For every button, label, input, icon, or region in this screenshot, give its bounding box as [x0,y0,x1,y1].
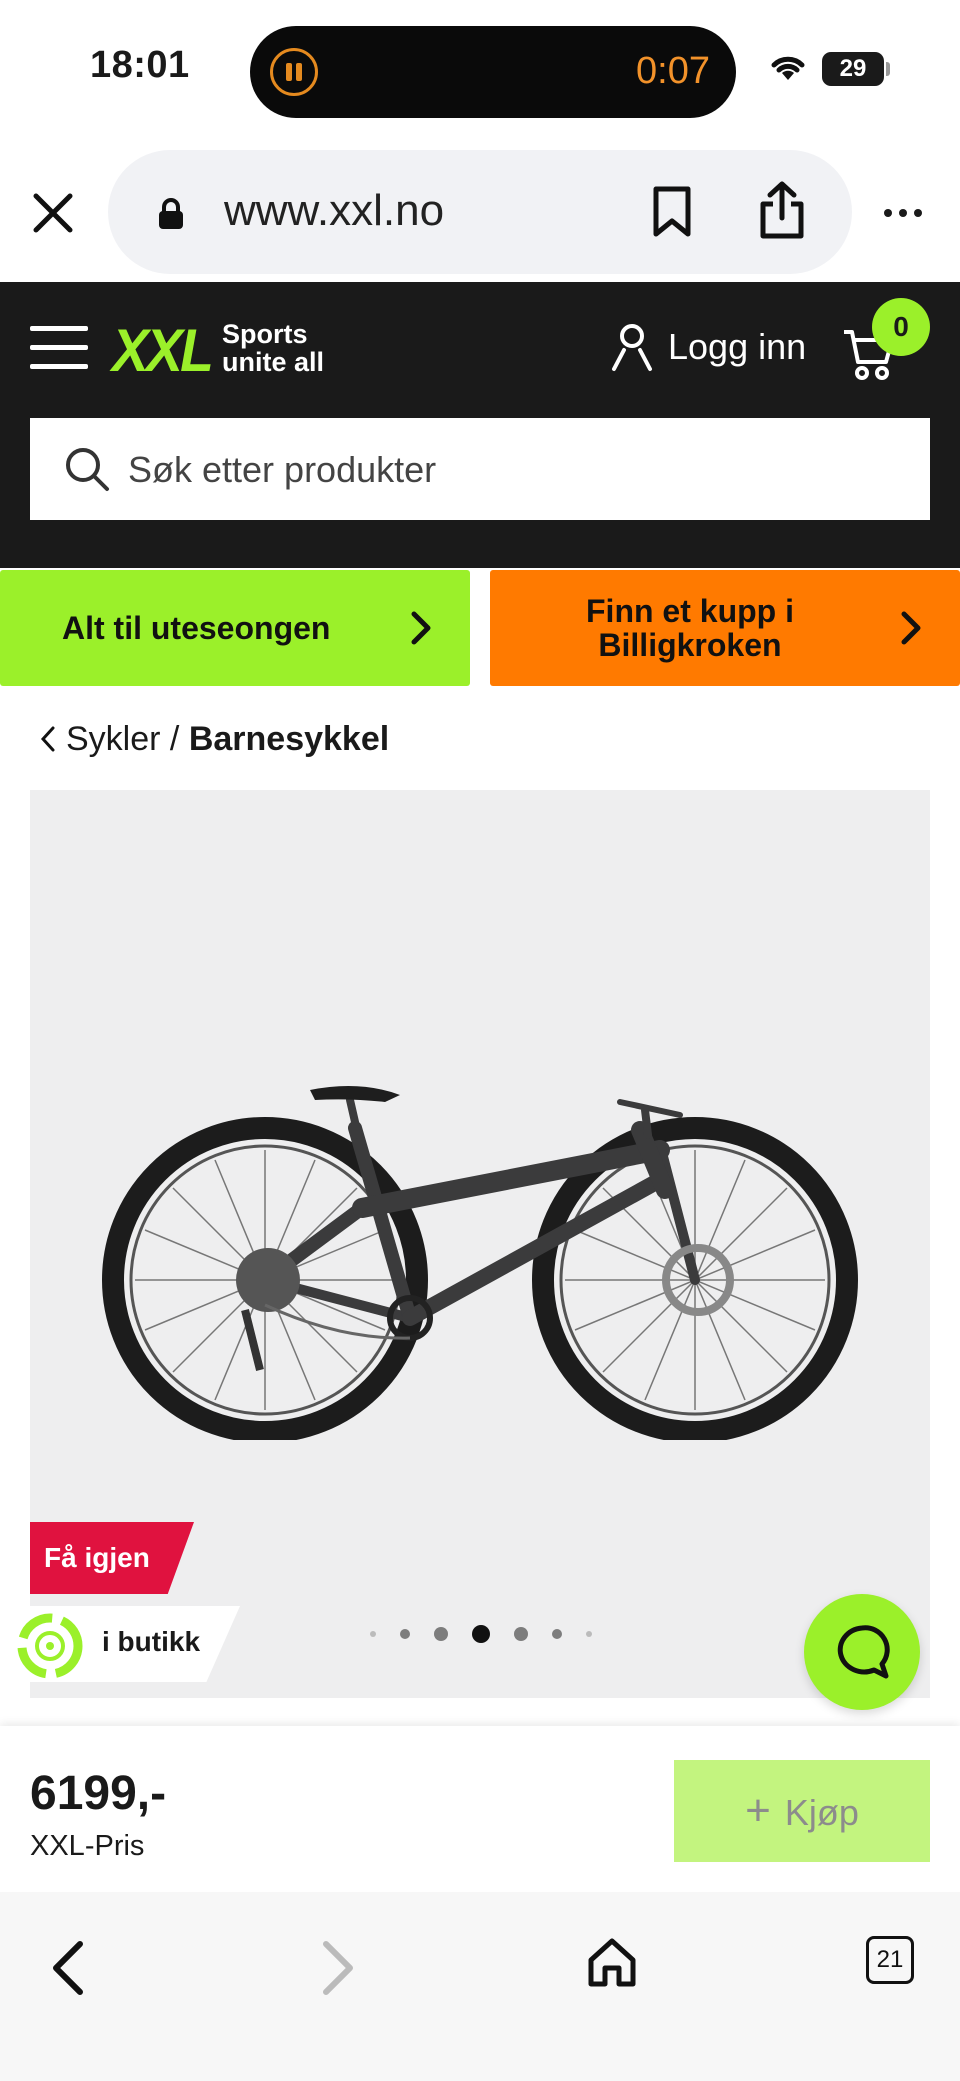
xxl-logo[interactable]: XXL [112,316,214,385]
status-time: 18:01 [90,44,190,86]
bookmark-icon[interactable] [652,186,692,243]
lock-icon [158,198,184,235]
cart-count-badge: 0 [872,298,930,356]
carousel-dot[interactable] [400,1629,410,1639]
badge-in-store: i butikk [0,1606,240,1682]
breadcrumb-current: Barnesykkel [188,720,390,758]
store-availability-icon [16,1612,84,1682]
breadcrumb: Sykler / Barnesykkel [40,720,389,759]
carousel-dot[interactable] [370,1631,376,1637]
chevron-left-icon [40,726,55,752]
product-image-gallery[interactable]: Få igjen [30,790,930,1698]
price-bar: 6199,- XXL-Pris + Kjøp [0,1726,960,1892]
promo-outdoor-season[interactable]: Alt til uteseongen [0,570,470,686]
carousel-dot-active[interactable] [472,1625,490,1643]
search-input[interactable] [126,418,910,522]
carousel-dot[interactable] [552,1629,562,1639]
pause-icon [270,48,318,96]
carousel-dots[interactable] [370,1625,616,1643]
promo-label: Finn et kupp i Billigkroken [586,593,794,663]
forward-icon[interactable] [318,1940,358,2001]
buy-button[interactable]: + Kjøp [674,1760,930,1862]
promo-label: Alt til uteseongen [62,609,331,646]
search-bar[interactable] [30,418,930,522]
recording-timer: 0:07 [636,50,710,92]
product-price: 6199,- [30,1767,167,1820]
menu-icon[interactable] [30,326,88,383]
dynamic-island: 0:07 [250,26,736,118]
wifi-icon [768,50,808,87]
bicycle-image [102,1086,858,1440]
url-text: www.xxl.no [224,186,445,235]
badge-cashback: Få igjen [30,1522,194,1594]
breadcrumb-parent[interactable]: Sykler [66,720,160,758]
browser-toolbar: 21 [0,1892,960,2081]
plus-icon: + [745,1786,771,1835]
search-icon [64,446,110,497]
chat-bubble-icon [837,1625,890,1679]
back-icon[interactable] [48,1940,88,2001]
close-icon[interactable] [30,190,76,236]
home-icon[interactable] [586,1936,638,1993]
address-bar[interactable]: www.xxl.no [108,150,852,274]
chevron-right-icon [900,610,922,652]
carousel-dot[interactable] [586,1631,592,1637]
more-options-icon[interactable] [884,204,929,222]
user-icon[interactable] [610,322,654,377]
chat-button[interactable] [804,1594,920,1710]
promo-bargain-corner[interactable]: Finn et kupp i Billigkroken [490,570,960,686]
share-icon[interactable] [758,180,806,245]
price-label: XXL-Pris [30,1830,145,1862]
chevron-right-icon [410,610,432,654]
battery-icon: 29 [822,52,884,86]
battery-tip [886,62,890,76]
carousel-dot[interactable] [434,1627,448,1641]
logo-tagline: Sports unite all [222,319,325,377]
login-link[interactable]: Logg inn [668,326,806,368]
carousel-dot[interactable] [514,1627,528,1641]
tabs-count-icon[interactable]: 21 [866,1936,914,1984]
site-header: XXL Sports unite all Logg inn 0 [0,282,960,568]
